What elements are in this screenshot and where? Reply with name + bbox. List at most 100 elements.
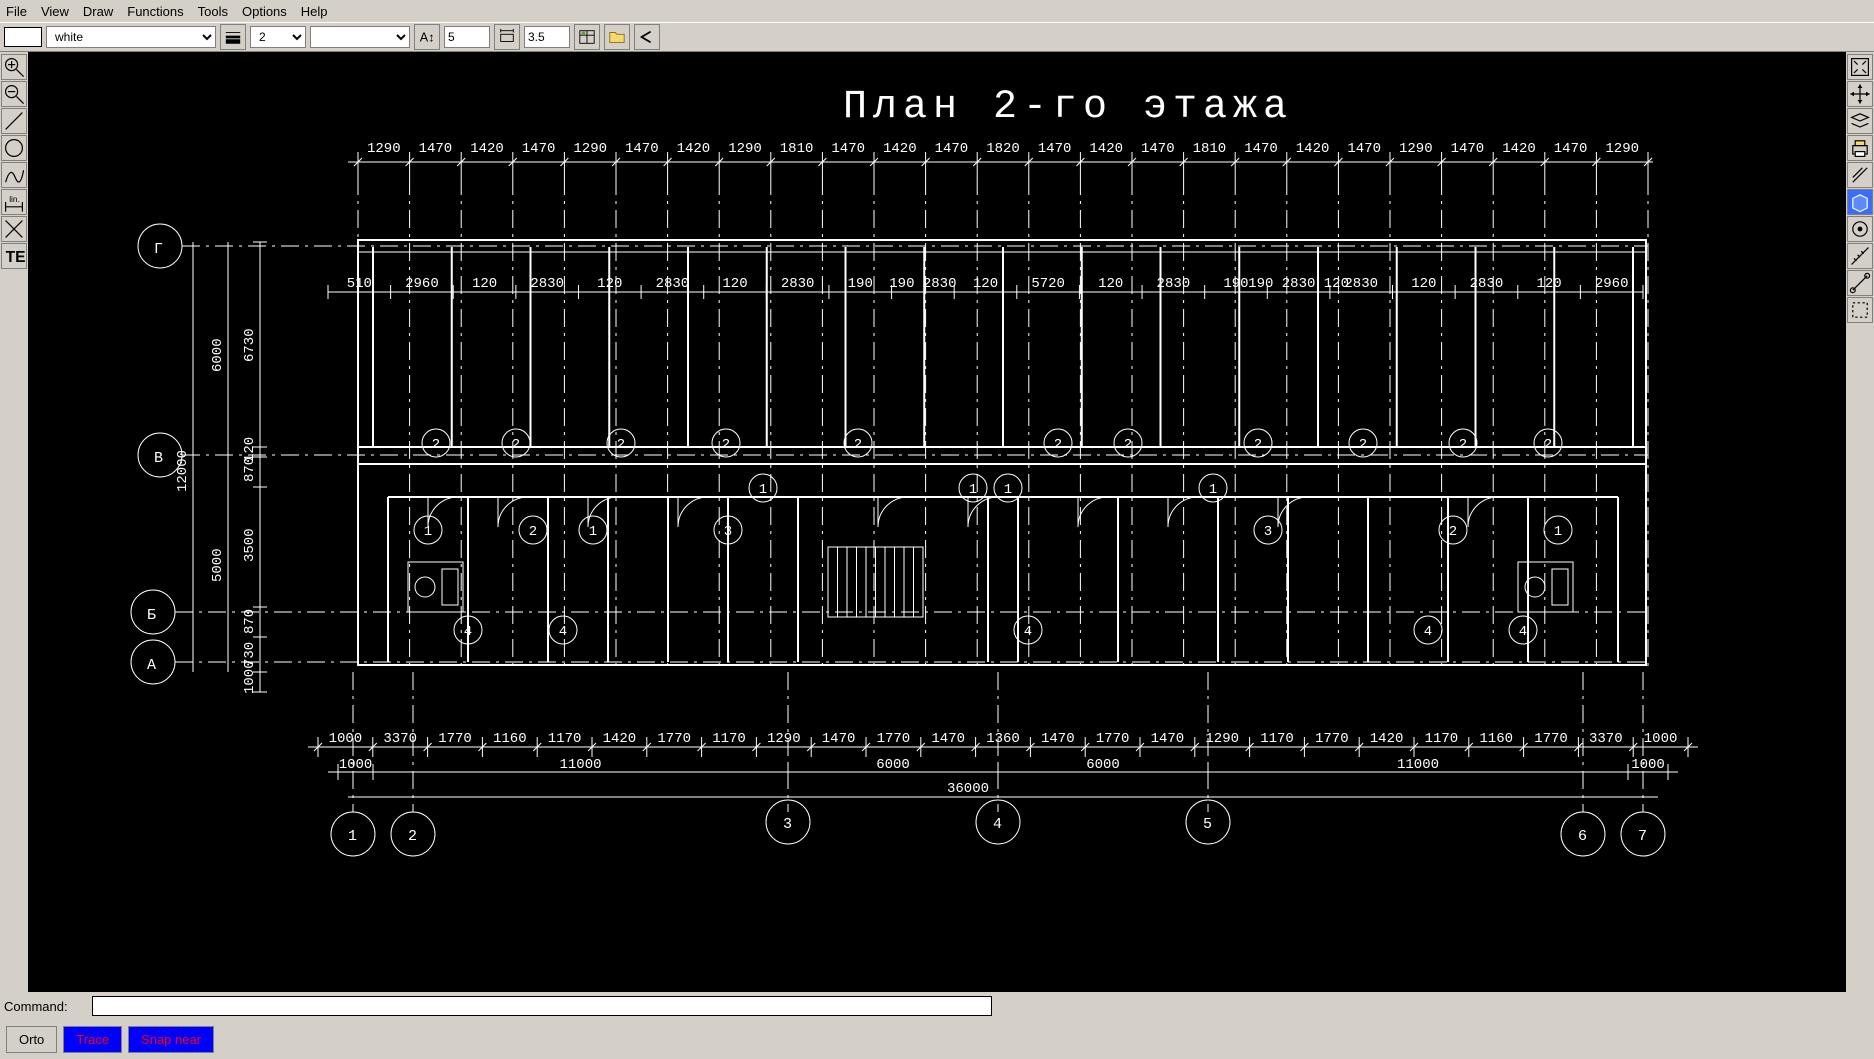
trim-icon[interactable] — [1, 216, 27, 242]
svg-text:6: 6 — [1578, 828, 1589, 845]
svg-text:2830: 2830 — [781, 276, 815, 292]
orto-toggle[interactable]: Orto — [6, 1026, 57, 1053]
svg-text:1770: 1770 — [1534, 731, 1568, 747]
render-3d-icon[interactable] — [1847, 189, 1873, 215]
zoom-out-icon[interactable] — [1, 81, 27, 107]
svg-text:Г: Г — [154, 241, 165, 258]
linetype-dropdown[interactable] — [310, 26, 410, 48]
command-input[interactable] — [92, 996, 992, 1016]
table-icon[interactable] — [574, 24, 600, 50]
layers-icon[interactable] — [1847, 108, 1873, 134]
svg-text:6000: 6000 — [876, 757, 910, 773]
svg-text:1470: 1470 — [935, 141, 969, 157]
svg-text:190 2830 120: 190 2830 120 — [1248, 276, 1349, 292]
status-row: Orto Trace Snap near — [0, 1020, 1874, 1059]
svg-text:11000: 11000 — [559, 757, 601, 773]
svg-text:1470: 1470 — [822, 731, 856, 747]
svg-text:120: 120 — [1411, 276, 1436, 292]
svg-text:2830: 2830 — [1344, 276, 1378, 292]
text-height-input[interactable] — [444, 26, 490, 48]
svg-text:190 2830: 190 2830 — [889, 276, 956, 292]
snap-toggle[interactable]: Snap near — [128, 1026, 214, 1053]
svg-text:1770: 1770 — [657, 731, 691, 747]
drawing-title: План 2-го этажа — [843, 85, 1293, 130]
svg-text:4: 4 — [1024, 624, 1032, 640]
svg-text:1: 1 — [1209, 482, 1217, 498]
lineweight-icon — [220, 24, 246, 50]
svg-text:1160: 1160 — [1479, 731, 1513, 747]
svg-text:1420: 1420 — [677, 141, 711, 157]
menu-options[interactable]: Options — [242, 4, 287, 19]
svg-text:1170: 1170 — [1425, 731, 1459, 747]
svg-text:36000: 36000 — [947, 781, 989, 797]
svg-text:1770: 1770 — [877, 731, 911, 747]
menu-file[interactable]: File — [6, 4, 27, 19]
align-icon[interactable] — [1847, 270, 1873, 296]
svg-text:2830: 2830 — [1470, 276, 1504, 292]
svg-text:2960: 2960 — [1595, 276, 1629, 292]
pan-arrows-icon[interactable] — [1847, 81, 1873, 107]
main-area: lin. TE План 2-го этажа 1290 1470 1420 1470… — [0, 52, 1874, 992]
menu-tools[interactable]: Tools — [198, 4, 228, 19]
svg-text:6000: 6000 — [210, 338, 226, 372]
svg-text:3: 3 — [783, 816, 794, 833]
svg-text:1470: 1470 — [1151, 731, 1185, 747]
bottom-dim-chain: 1000337017701160117014201770117012901470… — [308, 731, 1698, 797]
dim-style-icon — [494, 24, 520, 50]
svg-text:2: 2 — [408, 828, 419, 845]
text-icon[interactable]: TE — [1, 243, 27, 269]
svg-text:2: 2 — [529, 524, 537, 540]
menu-functions[interactable]: Functions — [127, 4, 183, 19]
svg-text:1420: 1420 — [1502, 141, 1536, 157]
svg-text:1170: 1170 — [548, 731, 582, 747]
spline-icon[interactable] — [1, 162, 27, 188]
svg-text:3: 3 — [1264, 524, 1272, 540]
color-dropdown[interactable]: white — [46, 26, 216, 48]
svg-text:1: 1 — [424, 524, 432, 540]
trace-toggle[interactable]: Trace — [63, 1026, 122, 1053]
svg-text:Б: Б — [147, 607, 158, 624]
svg-text:2: 2 — [1544, 437, 1552, 453]
color-swatch[interactable] — [4, 27, 42, 47]
dim-size-input[interactable] — [524, 26, 570, 48]
svg-text:1360: 1360 — [986, 731, 1020, 747]
dimension-icon[interactable]: lin. — [1, 189, 27, 215]
circle-icon[interactable] — [1, 135, 27, 161]
lineweight-dropdown[interactable]: 2 — [250, 26, 306, 48]
menu-help[interactable]: Help — [301, 4, 328, 19]
svg-text:1: 1 — [1554, 524, 1562, 540]
zoom-in-icon[interactable] — [1, 54, 27, 80]
svg-text:1470: 1470 — [419, 141, 453, 157]
svg-text:1000: 1000 — [339, 757, 373, 773]
svg-text:1470: 1470 — [1347, 141, 1381, 157]
text-height-icon: A↕ — [414, 24, 440, 50]
svg-text:1: 1 — [348, 828, 359, 845]
svg-text:2: 2 — [1124, 437, 1132, 453]
command-row: Command: — [0, 992, 1874, 1020]
svg-text:2: 2 — [512, 437, 520, 453]
select-box-icon[interactable] — [1847, 297, 1873, 323]
folder-icon[interactable] — [604, 24, 630, 50]
fit-window-icon[interactable] — [1847, 54, 1873, 80]
menu-view[interactable]: View — [41, 4, 69, 19]
svg-text:A↕: A↕ — [420, 31, 435, 45]
drawing-canvas[interactable]: План 2-го этажа 129014701420147012901470… — [28, 52, 1846, 992]
svg-text:5720: 5720 — [1031, 276, 1065, 292]
upper-inner-dim-chain: 5102960120283012028301202830190190 28301… — [328, 276, 1643, 299]
svg-text:4: 4 — [1424, 624, 1432, 640]
print-icon[interactable] — [1847, 135, 1873, 161]
svg-text:1420: 1420 — [1296, 141, 1330, 157]
svg-text:1290: 1290 — [1205, 731, 1239, 747]
properties-icon[interactable] — [1847, 216, 1873, 242]
menu-draw[interactable]: Draw — [83, 4, 113, 19]
measure-icon[interactable] — [1847, 243, 1873, 269]
menu-bar: File View Draw Functions Tools Options H… — [0, 0, 1874, 22]
line-icon[interactable] — [1, 108, 27, 134]
svg-text:1170: 1170 — [712, 731, 746, 747]
copy-icon[interactable] — [1847, 162, 1873, 188]
svg-text:2830: 2830 — [656, 276, 690, 292]
svg-text:1000: 1000 — [329, 731, 363, 747]
svg-text:TE: TE — [6, 249, 26, 266]
svg-text:1420: 1420 — [1370, 731, 1404, 747]
undo-icon[interactable] — [634, 24, 660, 50]
